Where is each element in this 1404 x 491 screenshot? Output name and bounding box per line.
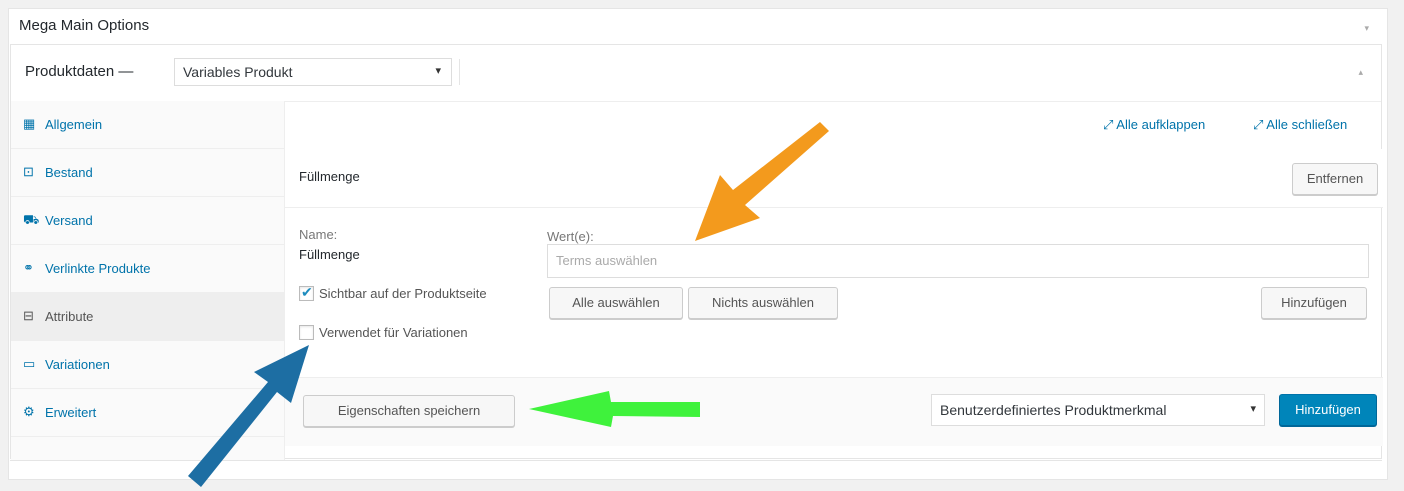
- tab-label: Verlinkte Produkte: [45, 261, 151, 276]
- tab-verlinkte-produkte[interactable]: ⚭ Verlinkte Produkte: [11, 245, 285, 293]
- add-term-button[interactable]: Hinzufügen: [1261, 287, 1367, 319]
- collapse-toggle-icon[interactable]: ▾: [1364, 23, 1369, 34]
- grid-icon: ▦: [23, 116, 36, 131]
- chevron-down-icon: ▾: [435, 65, 441, 77]
- mega-header[interactable]: Mega Main Options ▾: [9, 9, 1387, 45]
- terms-input[interactable]: Terms auswählen: [547, 244, 1369, 278]
- attribute-title: Füllmenge: [299, 169, 360, 184]
- attribute-name-value: Füllmenge: [299, 247, 360, 262]
- visible-label: Sichtbar auf der Produktseite: [319, 286, 487, 301]
- attributes-icon: ⊟: [23, 308, 34, 323]
- attributes-panel: ⤢ Alle aufklappen ⤢ Alle schließen Füllm…: [285, 101, 1383, 460]
- tab-label: Erweitert: [45, 405, 97, 420]
- custom-attribute-value: Benutzerdefiniertes Produktmerkmal: [940, 402, 1167, 418]
- chevron-down-icon: ▾: [1250, 403, 1256, 415]
- name-label: Name:: [299, 227, 338, 242]
- inventory-icon: ⊡: [23, 164, 34, 179]
- save-attributes-button[interactable]: Eigenschaften speichern: [303, 395, 515, 427]
- add-attribute-button[interactable]: Hinzufügen: [1279, 394, 1377, 426]
- expand-toolbar: ⤢ Alle aufklappen ⤢ Alle schließen: [285, 101, 1383, 150]
- variations-label: Verwendet für Variationen: [319, 325, 468, 340]
- tab-erweitert[interactable]: ⚙ Erweitert: [11, 389, 285, 437]
- link-icon: ⚭: [23, 260, 34, 275]
- next-panel-edge: [10, 460, 1382, 471]
- gear-icon: ⚙: [23, 404, 35, 419]
- values-label: Wert(e):: [547, 229, 594, 244]
- checkmark-icon: ✔: [301, 284, 313, 300]
- variations-checkbox[interactable]: [299, 325, 314, 340]
- expand-all-link[interactable]: ⤢ Alle aufklappen: [1103, 117, 1205, 133]
- product-type-select[interactable]: Variables Produkt ▾: [174, 58, 452, 86]
- mega-title: Mega Main Options: [19, 17, 150, 34]
- tab-label: Versand: [45, 213, 93, 228]
- divider: [459, 59, 460, 85]
- select-all-button[interactable]: Alle auswählen: [549, 287, 683, 319]
- tab-bestand[interactable]: ⊡ Bestand: [11, 149, 285, 197]
- custom-attribute-select[interactable]: Benutzerdefiniertes Produktmerkmal ▾: [931, 394, 1265, 426]
- attribute-header[interactable]: Füllmenge Entfernen: [285, 149, 1383, 208]
- tab-allgemein[interactable]: ▦ Allgemein: [11, 101, 285, 149]
- tab-attribute[interactable]: ⊟ Attribute: [11, 293, 285, 341]
- visible-checkbox[interactable]: ✔: [299, 284, 314, 301]
- tab-label: Allgemein: [45, 117, 103, 132]
- collapse-toggle-icon[interactable]: ▴: [1358, 67, 1363, 78]
- terms-placeholder: Terms auswählen: [556, 253, 658, 268]
- tab-versand[interactable]: ⛟ Versand: [11, 197, 285, 245]
- tab-variationen[interactable]: ▭ Variationen: [11, 341, 285, 389]
- select-none-button[interactable]: Nichts auswählen: [688, 287, 838, 319]
- expand-icon: ⤢: [1103, 117, 1117, 132]
- truck-icon: ⛟: [23, 212, 40, 227]
- collapse-icon: ⤢: [1253, 117, 1267, 132]
- tab-label: Variationen: [45, 357, 110, 372]
- product-data-header: Produktdaten — Variables Produkt ▾ ▴: [11, 45, 1381, 102]
- product-type-value: Variables Produkt: [183, 64, 293, 80]
- attributes-footer: Eigenschaften speichern Benutzerdefinier…: [285, 377, 1383, 446]
- product-data-tabs: ▦ Allgemein ⊡ Bestand ⛟ Versand ⚭ Verlin…: [11, 101, 285, 460]
- variations-icon: ▭: [23, 356, 36, 371]
- tab-label: Attribute: [45, 309, 94, 324]
- product-data-label: Produktdaten —: [25, 63, 134, 80]
- product-data-box: Produktdaten — Variables Produkt ▾ ▴ ▦ A…: [10, 44, 1383, 460]
- close-all-link[interactable]: ⤢ Alle schließen: [1253, 117, 1347, 133]
- tab-label: Bestand: [45, 165, 93, 180]
- remove-button[interactable]: Entfernen: [1292, 163, 1378, 195]
